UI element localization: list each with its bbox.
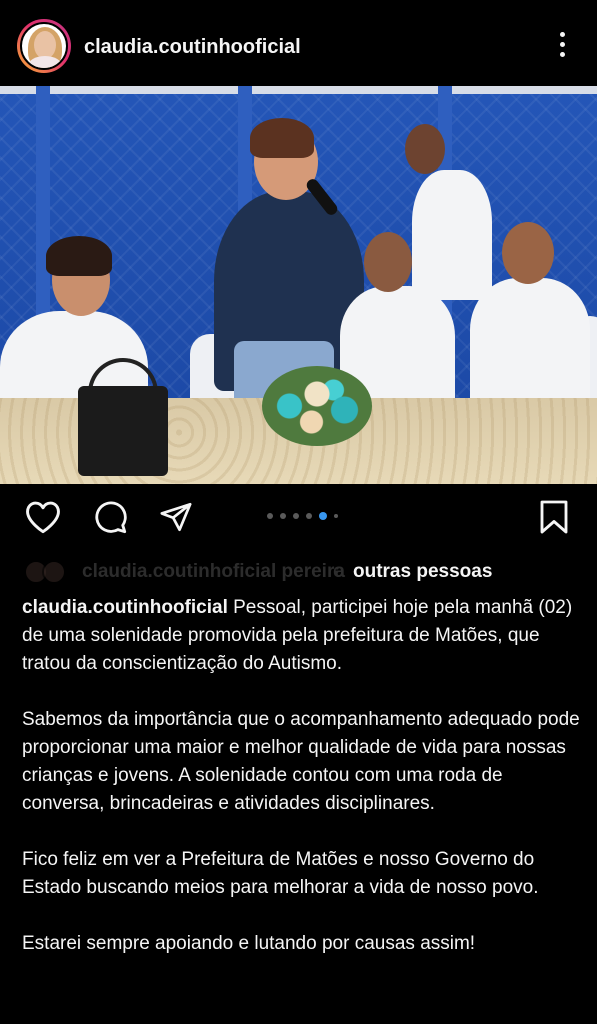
comment-icon[interactable]	[92, 499, 128, 535]
post-image[interactable]	[0, 86, 597, 484]
post-caption: claudia.coutinhooficial Pessoal, partici…	[22, 594, 582, 986]
bookmark-icon[interactable]	[539, 499, 569, 535]
liker-avatars	[24, 560, 74, 584]
post-header: claudia.coutinhooficial	[0, 0, 597, 86]
likes-others-link[interactable]: outras pessoas	[353, 561, 492, 583]
likes-connector: e	[333, 561, 344, 582]
caption-paragraph-3: Fico feliz em ver a Prefeitura de Matões…	[22, 849, 539, 898]
more-vertical-icon[interactable]	[548, 30, 576, 60]
heart-icon[interactable]	[24, 500, 62, 534]
caption-username[interactable]: claudia.coutinhooficial	[22, 597, 228, 618]
send-icon[interactable]	[158, 500, 194, 534]
caption-paragraph-2: Sabemos da importância que o acompanhame…	[22, 709, 580, 814]
likes-first-liker: claudia.coutinhoficial pereira	[82, 561, 345, 582]
profile-avatar[interactable]	[17, 19, 71, 73]
avatar-image	[20, 22, 68, 70]
caption-paragraph-4: Estarei sempre apoiando e lutando por ca…	[22, 933, 476, 954]
likes-summary[interactable]: claudia.coutinhoficial pereira e outras …	[22, 560, 577, 586]
username-link[interactable]: claudia.coutinhooficial	[84, 36, 301, 59]
